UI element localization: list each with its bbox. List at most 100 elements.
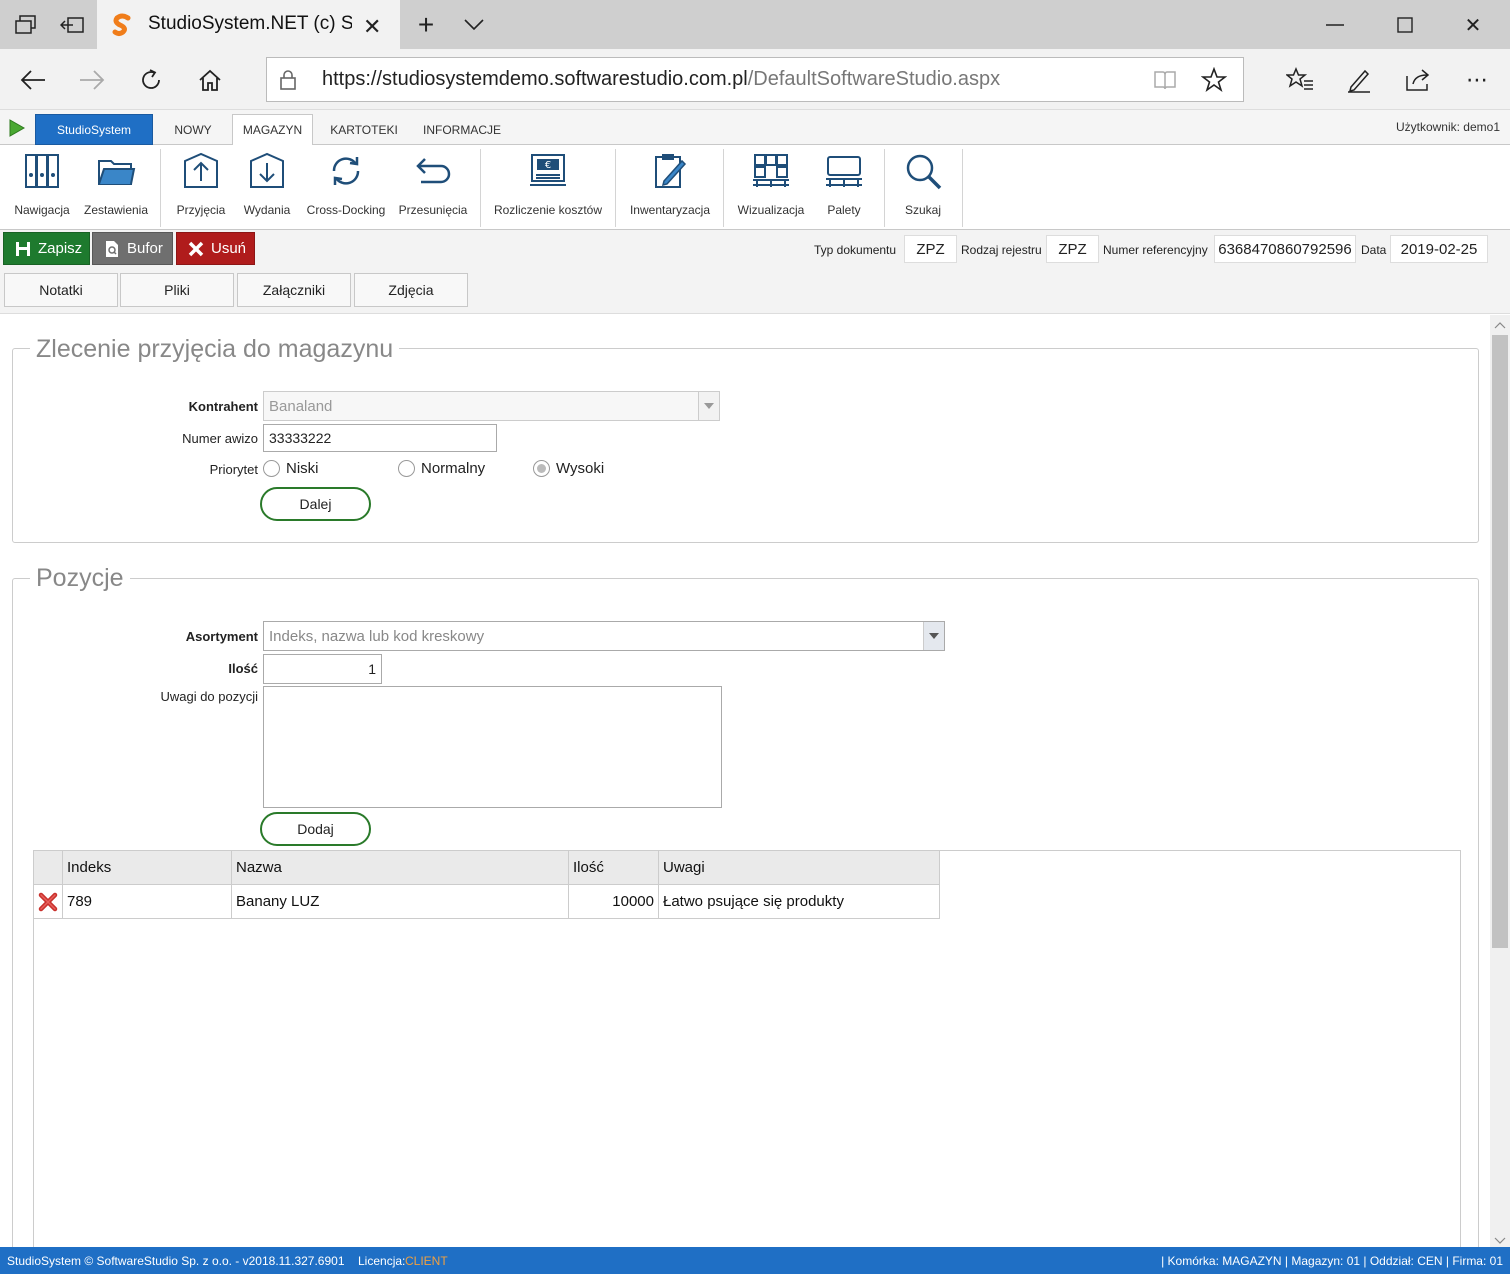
scrollbar-thumb[interactable] — [1492, 335, 1508, 948]
tab-actions-icon[interactable] — [12, 12, 40, 38]
notice-number-label: Numer awizo — [182, 431, 258, 446]
main-content: Zlecenie przyjęcia do magazynu Kontrahen… — [0, 315, 1490, 1247]
tab-list-chevron-icon[interactable] — [460, 12, 488, 38]
scroll-down-icon[interactable] — [1494, 1233, 1506, 1248]
szukaj-label: Szukaj — [904, 203, 942, 217]
address-bar[interactable]: https://studiosystemdemo.softwarestudio.… — [266, 57, 1244, 102]
back-arrow-icon[interactable] — [18, 65, 48, 95]
szukaj-button[interactable]: Szukaj — [894, 151, 952, 221]
favorites-hub-icon[interactable] — [1285, 65, 1315, 95]
more-options-icon[interactable]: ⋯ — [1462, 65, 1492, 95]
priority-radio-wysoki[interactable] — [533, 460, 550, 477]
row-quantity-cell: 10000 — [569, 885, 659, 919]
tab-zalaczniki[interactable]: Załączniki — [237, 273, 351, 307]
przyjecia-button[interactable]: Przyjęcia — [170, 151, 232, 221]
cross-docking-button[interactable]: Cross-Docking — [304, 151, 388, 221]
grid-header-ilosc[interactable]: Ilość — [569, 851, 659, 885]
racks-icon — [753, 154, 789, 187]
date-value[interactable]: 2019-02-25 — [1390, 235, 1488, 263]
forward-arrow-icon[interactable] — [77, 65, 107, 95]
palety-button[interactable]: Palety — [814, 151, 874, 221]
priority-wysoki-label: Wysoki — [556, 460, 605, 477]
buffer-button[interactable]: Bufor — [92, 232, 173, 265]
row-delete-icon[interactable] — [34, 885, 63, 919]
share-icon[interactable] — [1403, 65, 1433, 95]
maximize-window-icon[interactable] — [1392, 12, 1418, 38]
priority-normalny-label: Normalny — [421, 460, 486, 477]
home-icon[interactable] — [195, 65, 225, 95]
browser-tab[interactable]: StudioSystem.NET (c) So ✕ — [97, 0, 400, 49]
cost-register-icon: € — [530, 154, 566, 186]
new-tab-icon[interactable]: + — [412, 9, 440, 40]
grid-header-uwagi[interactable]: Uwagi — [659, 851, 940, 885]
next-button[interactable]: Dalej — [260, 487, 371, 521]
inwentaryzacja-button[interactable]: Inwentaryzacja — [626, 151, 714, 221]
save-button[interactable]: Zapisz — [3, 232, 90, 265]
ribbon-separator — [884, 149, 885, 227]
document-toolbar: Zapisz Bufor Usuń Typ dokumentu ZPZ Rodz… — [0, 230, 1510, 314]
delete-button[interactable]: Usuń — [176, 232, 255, 265]
quantity-input[interactable]: 1 — [263, 654, 382, 684]
chevron-down-icon[interactable] — [923, 622, 944, 650]
status-license-value: CLIENT — [405, 1254, 448, 1268]
add-button[interactable]: Dodaj — [260, 812, 371, 846]
wizualizacja-button[interactable]: Wizualizacja — [734, 151, 808, 221]
przesuniecia-button[interactable]: Przesunięcia — [396, 151, 470, 221]
set-tabs-aside-icon[interactable] — [58, 12, 86, 38]
scroll-up-icon[interactable] — [1494, 317, 1506, 332]
save-label: Zapisz — [38, 240, 83, 257]
row-name-cell: Banany LUZ — [232, 885, 569, 919]
web-notes-pen-icon[interactable] — [1344, 65, 1374, 95]
zestawienia-button[interactable]: Zestawienia — [82, 151, 150, 221]
delete-label: Usuń — [211, 240, 247, 257]
priority-radio-niski[interactable] — [263, 460, 280, 477]
tab-nowy[interactable]: NOWY — [163, 114, 223, 145]
assortment-placeholder: Indeks, nazwa lub kod kreskowy — [269, 627, 485, 645]
positions-grid: Indeks Nazwa Ilość Uwagi 789 Banany LUZ … — [33, 850, 1461, 1247]
close-window-icon[interactable]: ✕ — [1460, 12, 1486, 38]
minimize-window-icon[interactable] — [1322, 12, 1348, 38]
reading-view-icon[interactable] — [1153, 69, 1177, 94]
ribbon-separator — [723, 149, 724, 227]
tab-zdjecia[interactable]: Zdjęcia — [354, 273, 468, 307]
position-notes-label: Uwagi do pozycji — [160, 689, 258, 704]
favorite-star-icon[interactable] — [1200, 66, 1228, 96]
wydania-button[interactable]: Wydania — [236, 151, 298, 221]
ribbon-separator — [160, 149, 161, 227]
przyjecia-label: Przyjęcia — [176, 203, 226, 217]
vertical-scrollbar[interactable] — [1490, 315, 1510, 1247]
tab-magazyn[interactable]: MAGAZYN — [232, 114, 313, 146]
tab-pliki[interactable]: Pliki — [120, 273, 234, 307]
svg-text:€: € — [545, 160, 551, 171]
rozliczenie-kosztow-button[interactable]: € Rozliczenie kosztów — [490, 151, 606, 221]
play-icon[interactable] — [8, 118, 26, 141]
notice-number-input[interactable]: 33333222 — [263, 424, 497, 452]
delete-x-icon — [187, 240, 205, 258]
ribbon-tab-strip: StudioSystem NOWY MAGAZYN KARTOTEKI INFO… — [0, 110, 1510, 146]
priority-label: Priorytet — [209, 462, 258, 477]
assortment-combobox[interactable]: Indeks, nazwa lub kod kreskowy — [263, 621, 945, 651]
chevron-down-icon[interactable] — [698, 392, 719, 420]
pallet-icon — [826, 156, 862, 187]
inwentaryzacja-label: Inwentaryzacja — [629, 203, 711, 217]
grid-header-nazwa[interactable]: Nazwa — [232, 851, 569, 885]
tab-close-icon[interactable]: ✕ — [363, 14, 381, 40]
tab-notatki[interactable]: Notatki — [4, 273, 118, 307]
tab-kartoteki[interactable]: KARTOTEKI — [326, 114, 402, 145]
nawigacja-label: Nawigacja — [14, 203, 70, 217]
status-license-label: Licencja: — [358, 1254, 406, 1268]
rozliczenie-kosztow-label: Rozliczenie kosztów — [493, 203, 603, 217]
contractor-combobox[interactable]: Banaland — [263, 391, 720, 421]
nawigacja-button[interactable]: Nawigacja — [8, 151, 76, 221]
grid-header-indeks[interactable]: Indeks — [63, 851, 232, 885]
priority-niski-label: Niski — [286, 460, 319, 477]
tab-informacje[interactable]: INFORMACJE — [418, 114, 506, 145]
date-label: Data — [1361, 243, 1387, 257]
folder-icon — [98, 160, 136, 185]
priority-radio-normalny[interactable] — [398, 460, 415, 477]
position-notes-textarea[interactable] — [263, 686, 722, 808]
refresh-icon[interactable] — [136, 65, 166, 95]
order-legend: Zlecenie przyjęcia do magazynu — [30, 335, 400, 364]
wizualizacja-label: Wizualizacja — [737, 203, 805, 217]
tab-studiosystem[interactable]: StudioSystem — [35, 114, 153, 145]
